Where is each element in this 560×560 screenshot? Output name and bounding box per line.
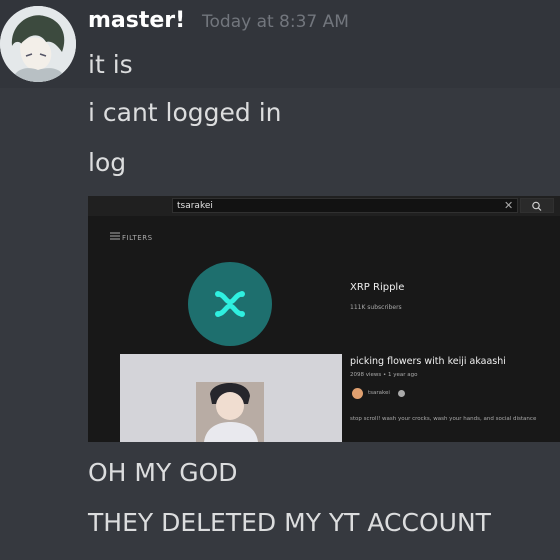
thumbnail-image (120, 354, 342, 442)
yt-video-meta: 2098 views • 1 year ago (350, 372, 418, 378)
yt-search-input: tsarakei (172, 198, 518, 213)
message-line: it is (88, 50, 133, 79)
yt-video-description: stop scroll! wash your crocks, wash your… (350, 416, 537, 422)
message-line: THEY DELETED MY YT ACCOUNT (88, 508, 491, 537)
yt-channel-name: XRP Ripple (350, 282, 405, 293)
user-avatar[interactable] (0, 6, 76, 82)
username[interactable]: master! (88, 8, 185, 33)
yt-channel-subscribers: 111K subscribers (350, 304, 402, 311)
message-line: OH MY GOD (88, 458, 238, 487)
message-timestamp: Today at 8:37 AM (202, 12, 349, 32)
filter-icon (110, 232, 120, 240)
yt-search-button (520, 198, 554, 213)
yt-video-channel-name: tsarakei (368, 390, 390, 396)
yt-filters-label: FILTERS (122, 234, 153, 242)
xrp-logo-icon (215, 291, 245, 317)
yt-video-thumbnail (120, 354, 342, 442)
yt-video-channel-avatar (352, 388, 363, 399)
close-icon: ✕ (504, 199, 514, 212)
search-icon (532, 201, 542, 211)
avatar-image (0, 6, 76, 82)
message-line: log (88, 148, 127, 177)
yt-video-title: picking flowers with keiji akaashi (350, 356, 506, 367)
image-attachment[interactable]: tsarakei ✕ FILTERS XRP Ripple 111K subsc… (88, 196, 560, 442)
verified-icon (398, 390, 405, 397)
message-line: i cant logged in (88, 98, 282, 127)
channel-avatar (188, 262, 272, 346)
